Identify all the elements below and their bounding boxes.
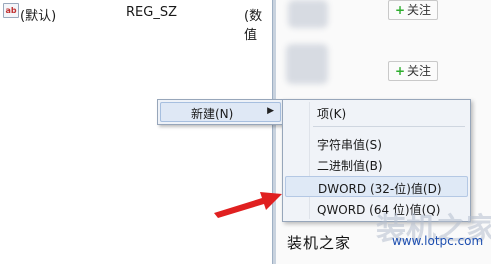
context-menu: 新建(N) ▶: [157, 99, 284, 125]
follow-button[interactable]: + 关注: [388, 61, 438, 81]
menu-item-label: DWORD (32-位)值(D): [318, 182, 442, 196]
menu-item-dword-value[interactable]: DWORD (32-位)值(D): [285, 176, 468, 197]
registry-value-row[interactable]: ab (默认) REG_SZ (数值: [0, 0, 272, 43]
menu-item-key[interactable]: 项(K): [285, 102, 466, 122]
menu-item-binary-value[interactable]: 二进制值(B): [285, 154, 466, 174]
value-data: (数值: [244, 9, 263, 43]
menu-separator: [313, 126, 465, 127]
follow-button[interactable]: + 关注: [388, 0, 438, 20]
blurred-avatar: [286, 44, 328, 84]
watermark-text: 装机之家: [287, 234, 352, 252]
follow-label: 关注: [407, 3, 432, 17]
menu-item-label: 字符串值(S): [317, 138, 382, 152]
follow-label: 关注: [407, 64, 432, 78]
menu-item-label: 项(K): [317, 107, 347, 121]
blurred-avatar: [288, 0, 328, 28]
menu-item-string-value[interactable]: 字符串值(S): [285, 133, 466, 153]
value-name: (默认): [20, 9, 57, 24]
menu-item-new[interactable]: 新建(N) ▶: [160, 102, 281, 122]
plus-icon: +: [394, 3, 406, 17]
ab-string-icon: ab: [3, 3, 19, 18]
watermark-url: www.lotpc.com: [392, 234, 484, 248]
menu-item-label: 新建(N): [191, 107, 234, 121]
submenu-arrow-icon: ▶: [267, 106, 274, 116]
red-arrow-icon: [214, 192, 282, 218]
plus-icon: +: [394, 64, 406, 78]
menu-item-label: 二进制值(B): [317, 159, 383, 173]
value-type: REG_SZ: [126, 5, 177, 20]
